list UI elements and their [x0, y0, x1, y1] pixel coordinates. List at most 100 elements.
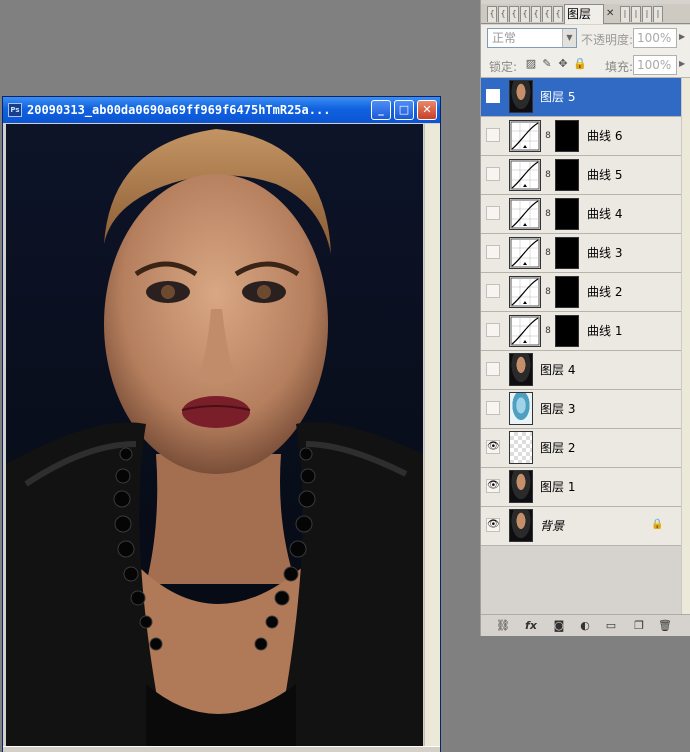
document-status-bar — [3, 746, 440, 752]
lock-move-icon[interactable]: ✥ — [557, 58, 569, 70]
link-icon[interactable]: 8 — [544, 168, 552, 182]
layer-row[interactable]: 图层 5 — [481, 78, 681, 117]
visibility-toggle[interactable] — [486, 128, 500, 142]
layer-mask-thumbnail[interactable] — [555, 276, 579, 308]
opacity-field[interactable]: 100% — [633, 28, 677, 48]
trash-icon[interactable]: 🗑 — [657, 619, 673, 633]
visibility-toggle[interactable] — [486, 323, 500, 337]
visibility-toggle[interactable] — [486, 206, 500, 220]
layer-thumbnail[interactable] — [509, 392, 533, 425]
document-window: Ps 20090313_ab00da0690a69ff969f6475hTmR2… — [2, 96, 441, 752]
layer-row[interactable]: 👁 图层 1 — [481, 468, 681, 507]
collapsed-tab[interactable]: | — [642, 6, 652, 22]
layer-mask-thumbnail[interactable] — [555, 315, 579, 347]
document-titlebar[interactable]: Ps 20090313_ab00da0690a69ff969f6475hTmR2… — [3, 97, 440, 123]
layer-row[interactable]: 8 曲线 5 — [481, 156, 681, 195]
link-icon[interactable]: 8 — [544, 324, 552, 338]
collapsed-tab[interactable]: { — [542, 6, 552, 22]
layers-panel: { { { { { { { 图层 ✕ | | | | 正常 ▼ 不透明度: 10… — [480, 0, 690, 636]
layer-row[interactable]: 👁 图层 2 — [481, 429, 681, 468]
lock-transparency-icon[interactable]: ▨ — [525, 58, 537, 70]
blend-mode-select[interactable]: 正常 ▼ — [487, 28, 577, 48]
curves-adjustment-icon[interactable] — [509, 198, 541, 230]
layer-name: 曲线 1 — [587, 324, 623, 338]
collapsed-tab[interactable]: { — [520, 6, 530, 22]
maximize-button[interactable]: □ — [394, 100, 414, 120]
layer-row[interactable]: 8 曲线 1 — [481, 312, 681, 351]
link-icon[interactable]: ⛓ — [495, 619, 511, 633]
layer-row[interactable]: 8 曲线 4 — [481, 195, 681, 234]
visibility-toggle[interactable] — [486, 167, 500, 181]
image-canvas[interactable] — [6, 124, 423, 746]
layer-thumbnail[interactable] — [509, 431, 533, 464]
photoshop-doc-icon: Ps — [8, 103, 22, 117]
layer-name: 图层 2 — [540, 441, 576, 455]
collapsed-tab[interactable]: | — [631, 6, 641, 22]
adjustment-icon[interactable]: ◐ — [577, 619, 593, 633]
link-icon[interactable]: 8 — [544, 246, 552, 260]
layer-row[interactable]: 👁 背景 🔒 — [481, 507, 681, 546]
layer-row[interactable]: 图层 4 — [481, 351, 681, 390]
layer-row[interactable]: 图层 3 — [481, 390, 681, 429]
visibility-toggle[interactable] — [486, 362, 500, 376]
layer-mask-thumbnail[interactable] — [555, 159, 579, 191]
document-title: 20090313_ab00da0690a69ff969f6475hTmR25a.… — [27, 103, 331, 117]
link-icon[interactable]: 8 — [544, 207, 552, 221]
lock-brush-icon[interactable]: ✎ — [541, 58, 553, 70]
fill-label: 填充: — [605, 60, 634, 74]
eye-icon[interactable]: 👁 — [486, 479, 500, 493]
layer-row[interactable]: 8 曲线 6 — [481, 117, 681, 156]
layer-row[interactable]: 8 曲线 3 — [481, 234, 681, 273]
new-layer-icon[interactable]: ❐ — [631, 619, 647, 633]
layer-mask-thumbnail[interactable] — [555, 120, 579, 152]
layer-name: 图层 4 — [540, 363, 576, 377]
curves-adjustment-icon[interactable] — [509, 237, 541, 269]
mask-icon[interactable]: ◙ — [551, 619, 567, 633]
curves-adjustment-icon[interactable] — [509, 120, 541, 152]
layers-vertical-scrollbar[interactable] — [681, 78, 690, 614]
layer-row[interactable]: 8 曲线 2 — [481, 273, 681, 312]
layers-list: 图层 5 8 曲线 6 8 曲线 5 8 曲线 4 8 曲线 3 8 曲线 2 8 曲线 1 图层 4 图层… — [481, 78, 681, 546]
collapsed-tab[interactable]: { — [487, 6, 497, 22]
blend-mode-value: 正常 — [492, 31, 517, 45]
curves-adjustment-icon[interactable] — [509, 159, 541, 191]
link-icon[interactable]: 8 — [544, 285, 552, 299]
collapsed-tab[interactable]: { — [498, 6, 508, 22]
chevron-down-icon[interactable]: ▼ — [562, 29, 576, 47]
close-button[interactable]: ✕ — [417, 100, 437, 120]
fill-slider-arrow-icon[interactable]: ▶ — [679, 59, 685, 68]
layer-thumbnail[interactable] — [509, 470, 533, 503]
visibility-toggle[interactable] — [486, 284, 500, 298]
layer-mask-thumbnail[interactable] — [555, 237, 579, 269]
collapsed-tab[interactable]: { — [553, 6, 563, 22]
eye-icon[interactable]: 👁 — [486, 440, 500, 454]
fill-field[interactable]: 100% — [633, 55, 677, 75]
lock-icon: 🔒 — [651, 519, 664, 530]
eye-icon[interactable]: 👁 — [486, 518, 500, 532]
fx-icon[interactable]: fx — [523, 619, 539, 633]
visibility-toggle[interactable] — [486, 245, 500, 259]
tab-layers[interactable]: 图层 — [564, 4, 604, 24]
visibility-toggle[interactable] — [486, 89, 500, 103]
layer-thumbnail[interactable] — [509, 353, 533, 386]
curves-adjustment-icon[interactable] — [509, 315, 541, 347]
close-tab-icon[interactable]: ✕ — [606, 9, 616, 19]
layer-thumbnail[interactable] — [509, 509, 533, 542]
minimize-button[interactable]: _ — [371, 100, 391, 120]
collapsed-tab[interactable]: | — [620, 6, 630, 22]
collapsed-tab[interactable]: { — [509, 6, 519, 22]
opacity-slider-arrow-icon[interactable]: ▶ — [679, 32, 685, 41]
collapsed-tab[interactable]: | — [653, 6, 663, 22]
collapsed-tab[interactable]: { — [531, 6, 541, 22]
visibility-toggle[interactable] — [486, 401, 500, 415]
curves-adjustment-icon[interactable] — [509, 276, 541, 308]
layer-mask-thumbnail[interactable] — [555, 198, 579, 230]
layer-name: 背景 — [540, 519, 565, 533]
link-icon[interactable]: 8 — [544, 129, 552, 143]
layer-name: 图层 3 — [540, 402, 576, 416]
lock-all-icon[interactable]: 🔒 — [573, 58, 587, 70]
group-folder-icon[interactable]: ▭ — [603, 619, 619, 633]
document-vertical-scrollbar[interactable] — [424, 124, 440, 746]
layers-footer: ⛓ fx ◙ ◐ ▭ ❐ 🗑 — [481, 614, 690, 636]
layer-thumbnail[interactable] — [509, 80, 533, 113]
